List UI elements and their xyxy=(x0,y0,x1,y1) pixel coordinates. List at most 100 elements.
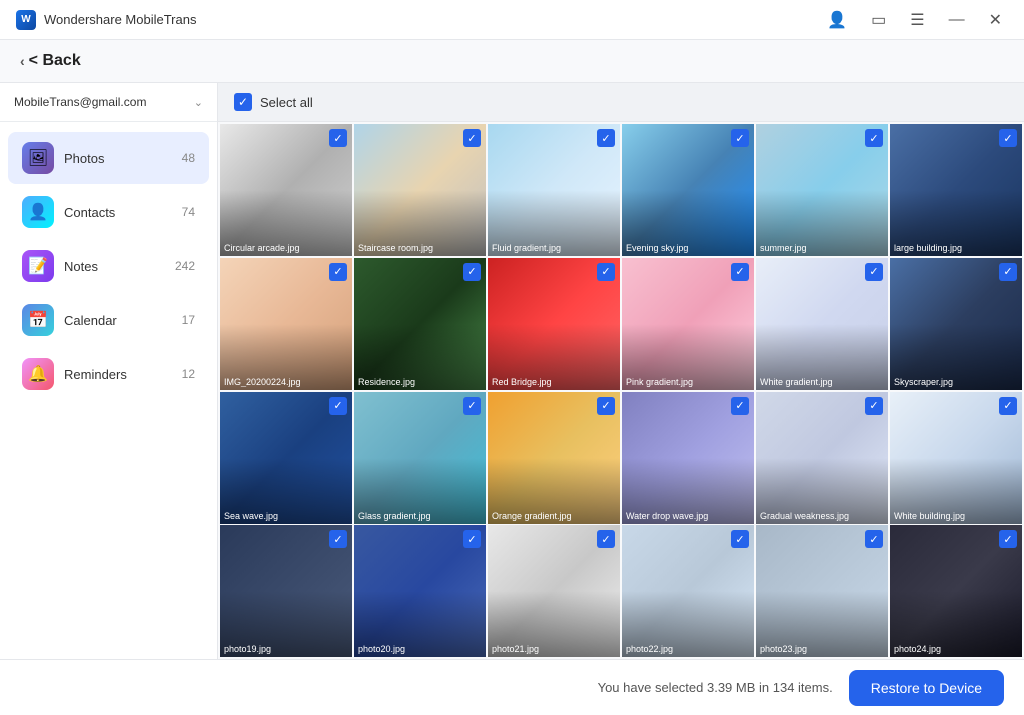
photo-checkbox[interactable]: ✓ xyxy=(731,530,749,548)
photo-name: photo23.jpg xyxy=(760,644,884,654)
photo-checkbox[interactable]: ✓ xyxy=(731,129,749,147)
sidebar-item-reminders[interactable]: 🔔 Reminders 12 xyxy=(8,348,209,400)
photo-item[interactable]: ✓ Residence.jpg xyxy=(354,258,486,390)
sidebar-item-contacts[interactable]: 👤 Contacts 74 xyxy=(8,186,209,238)
photo-item[interactable]: ✓ Staircase room.jpg xyxy=(354,124,486,256)
sidebar-label-calendar: Calendar xyxy=(64,313,172,328)
photo-checkbox[interactable]: ✓ xyxy=(463,397,481,415)
photo-item[interactable]: ✓ Skyscraper.jpg xyxy=(890,258,1022,390)
photo-name: Circular arcade.jpg xyxy=(224,243,348,253)
sidebar-item-photos[interactable]: 🖼 Photos 48 xyxy=(8,132,209,184)
select-all-label: Select all xyxy=(260,95,313,110)
sidebar-item-calendar[interactable]: 📅 Calendar 17 xyxy=(8,294,209,346)
sidebar-count-notes: 242 xyxy=(175,259,195,273)
photo-checkbox[interactable]: ✓ xyxy=(999,397,1017,415)
menu-button[interactable]: ☰ xyxy=(904,8,930,32)
photo-checkbox[interactable]: ✓ xyxy=(731,263,749,281)
account-selector[interactable]: MobileTrans@gmail.com ⌄ xyxy=(0,83,217,122)
sidebar-label-contacts: Contacts xyxy=(64,205,172,220)
photo-item[interactable]: ✓ photo21.jpg xyxy=(488,525,620,657)
photo-name: Red Bridge.jpg xyxy=(492,377,616,387)
photo-checkbox[interactable]: ✓ xyxy=(865,397,883,415)
photo-name: photo22.jpg xyxy=(626,644,750,654)
photo-name: Gradual weakness.jpg xyxy=(760,511,884,521)
photo-item[interactable]: ✓ Sea wave.jpg xyxy=(220,392,352,524)
main-layout: MobileTrans@gmail.com ⌄ 🖼 Photos 48 👤 Co… xyxy=(0,83,1024,659)
photo-grid: ✓ Circular arcade.jpg ✓ Staircase room.j… xyxy=(218,122,1024,659)
photo-checkbox[interactable]: ✓ xyxy=(463,530,481,548)
photo-name: Evening sky.jpg xyxy=(626,243,750,253)
photo-checkbox[interactable]: ✓ xyxy=(999,263,1017,281)
back-arrow-icon: ‹ xyxy=(20,53,25,69)
back-bar: ‹ < Back xyxy=(0,40,1024,83)
select-all-bar: ✓ Select all xyxy=(218,83,1024,122)
photo-name: IMG_20200224.jpg xyxy=(224,377,348,387)
photo-item[interactable]: ✓ Gradual weakness.jpg xyxy=(756,392,888,524)
photo-checkbox[interactable]: ✓ xyxy=(329,397,347,415)
photo-name: photo21.jpg xyxy=(492,644,616,654)
sidebar-count-reminders: 12 xyxy=(182,367,195,381)
photo-checkbox[interactable]: ✓ xyxy=(999,129,1017,147)
photo-name: Pink gradient.jpg xyxy=(626,377,750,387)
photo-item[interactable]: ✓ White gradient.jpg xyxy=(756,258,888,390)
select-all-checkbox[interactable]: ✓ xyxy=(234,93,252,111)
photo-checkbox[interactable]: ✓ xyxy=(463,263,481,281)
photo-checkbox[interactable]: ✓ xyxy=(999,530,1017,548)
photo-checkbox[interactable]: ✓ xyxy=(865,530,883,548)
photo-checkbox[interactable]: ✓ xyxy=(597,129,615,147)
sidebar-item-notes[interactable]: 📝 Notes 242 xyxy=(8,240,209,292)
photo-name: Glass gradient.jpg xyxy=(358,511,482,521)
photo-name: photo19.jpg xyxy=(224,644,348,654)
photo-name: Fluid gradient.jpg xyxy=(492,243,616,253)
account-button[interactable]: 👤 xyxy=(821,8,853,32)
photo-item[interactable]: ✓ photo19.jpg xyxy=(220,525,352,657)
photo-item[interactable]: ✓ Fluid gradient.jpg xyxy=(488,124,620,256)
sidebar: MobileTrans@gmail.com ⌄ 🖼 Photos 48 👤 Co… xyxy=(0,83,218,659)
photo-item[interactable]: ✓ White building.jpg xyxy=(890,392,1022,524)
back-button[interactable]: ‹ < Back xyxy=(20,52,81,70)
notes-icon: 📝 xyxy=(22,250,54,282)
photo-name: Sea wave.jpg xyxy=(224,511,348,521)
photo-checkbox[interactable]: ✓ xyxy=(865,263,883,281)
photo-checkbox[interactable]: ✓ xyxy=(463,129,481,147)
restore-to-device-button[interactable]: Restore to Device xyxy=(849,670,1004,706)
photo-item[interactable]: ✓ large building.jpg xyxy=(890,124,1022,256)
calendar-icon: 📅 xyxy=(22,304,54,336)
photo-name: photo24.jpg xyxy=(894,644,1018,654)
photo-item[interactable]: ✓ Glass gradient.jpg xyxy=(354,392,486,524)
close-button[interactable]: ✕ xyxy=(983,8,1008,32)
photo-item[interactable]: ✓ Orange gradient.jpg xyxy=(488,392,620,524)
photo-item[interactable]: ✓ summer.jpg xyxy=(756,124,888,256)
reminders-icon: 🔔 xyxy=(22,358,54,390)
photo-item[interactable]: ✓ Red Bridge.jpg xyxy=(488,258,620,390)
photo-item[interactable]: ✓ photo22.jpg xyxy=(622,525,754,657)
photo-checkbox[interactable]: ✓ xyxy=(597,263,615,281)
photo-checkbox[interactable]: ✓ xyxy=(865,129,883,147)
photo-checkbox[interactable]: ✓ xyxy=(329,129,347,147)
window-button[interactable]: ▭ xyxy=(865,8,892,32)
title-bar-left: W Wondershare MobileTrans xyxy=(16,10,196,30)
photos-icon: 🖼 xyxy=(22,142,54,174)
photo-item[interactable]: ✓ IMG_20200224.jpg xyxy=(220,258,352,390)
photo-item[interactable]: ✓ Circular arcade.jpg xyxy=(220,124,352,256)
photo-name: large building.jpg xyxy=(894,243,1018,253)
photo-item[interactable]: ✓ Pink gradient.jpg xyxy=(622,258,754,390)
photo-name: summer.jpg xyxy=(760,243,884,253)
chevron-down-icon: ⌄ xyxy=(194,96,203,109)
photo-checkbox[interactable]: ✓ xyxy=(329,530,347,548)
minimize-button[interactable]: — xyxy=(943,9,971,31)
photo-checkbox[interactable]: ✓ xyxy=(597,530,615,548)
photo-item[interactable]: ✓ photo20.jpg xyxy=(354,525,486,657)
photo-item[interactable]: ✓ photo23.jpg xyxy=(756,525,888,657)
app-title: Wondershare MobileTrans xyxy=(44,12,196,27)
photo-checkbox[interactable]: ✓ xyxy=(597,397,615,415)
photo-item[interactable]: ✓ photo24.jpg xyxy=(890,525,1022,657)
sidebar-label-notes: Notes xyxy=(64,259,165,274)
sidebar-count-calendar: 17 xyxy=(182,313,195,327)
photo-checkbox[interactable]: ✓ xyxy=(329,263,347,281)
photo-name: Staircase room.jpg xyxy=(358,243,482,253)
photo-checkbox[interactable]: ✓ xyxy=(731,397,749,415)
contacts-icon: 👤 xyxy=(22,196,54,228)
photo-item[interactable]: ✓ Evening sky.jpg xyxy=(622,124,754,256)
photo-item[interactable]: ✓ Water drop wave.jpg xyxy=(622,392,754,524)
